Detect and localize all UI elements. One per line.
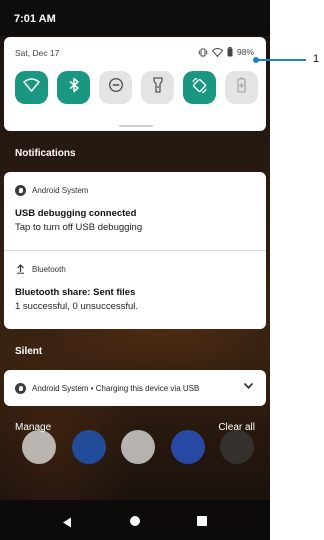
quick-settings-tiles (15, 71, 258, 104)
battery-icon (227, 47, 233, 57)
silent-notification-summary: Android System • Charging this device vi… (32, 383, 200, 393)
qs-date[interactable]: Sat, Dec 17 (15, 48, 59, 58)
battery-saver-tile[interactable] (225, 71, 258, 104)
wifi-icon (23, 78, 40, 97)
vibrate-icon (198, 48, 208, 57)
notifications-header: Notifications (15, 148, 76, 159)
android-system-icon (15, 382, 26, 394)
notification-body: Tap to turn off USB debugging (15, 222, 143, 233)
upload-arrow-icon (15, 263, 26, 276)
wifi-tile[interactable] (15, 71, 48, 104)
chevron-down-icon[interactable] (243, 382, 254, 392)
phone-screen: 7:01 AM Sat, Dec 17 98% Notifications An… (0, 0, 270, 540)
wifi-status-icon (211, 47, 223, 57)
notification-body: 1 successful, 0 unsuccessful. (15, 301, 139, 312)
silent-header: Silent (15, 346, 43, 357)
back-icon[interactable] (62, 515, 72, 533)
battery-saver-icon (237, 77, 246, 98)
qs-drag-handle[interactable] (119, 125, 153, 127)
notification-app-name: Android System (32, 185, 89, 195)
callout-number: 1 (313, 53, 320, 65)
callout-line (256, 59, 306, 61)
manage-button[interactable]: Manage (15, 422, 51, 433)
flashlight-tile[interactable] (141, 71, 174, 104)
clear-all-button[interactable]: Clear all (218, 422, 255, 433)
navigation-bar (0, 500, 270, 540)
do-not-disturb-icon (108, 77, 124, 98)
status-time: 7:01 AM (14, 13, 56, 25)
notification-actions: Manage Clear all (0, 422, 270, 436)
auto-rotate-icon (191, 77, 208, 99)
home-icon[interactable] (130, 516, 140, 526)
notification-header: Android System (15, 184, 255, 196)
notification-group: Android System USB debugging connected T… (4, 172, 266, 329)
notification-title: Bluetooth share: Sent files (15, 287, 136, 298)
notification-charging[interactable]: Android System • Charging this device vi… (4, 370, 266, 406)
recents-icon[interactable] (197, 516, 207, 526)
notification-app-name: Bluetooth (32, 264, 66, 274)
status-bar: 7:01 AM (0, 0, 270, 36)
android-system-icon (15, 184, 26, 196)
notification-bluetooth-share[interactable]: Bluetooth Bluetooth share: Sent files 1 … (4, 251, 266, 329)
battery-percent: 98% (236, 47, 254, 57)
notification-usb-debugging[interactable]: Android System USB debugging connected T… (4, 172, 266, 250)
bluetooth-icon (68, 77, 80, 98)
quick-settings-panel[interactable]: Sat, Dec 17 98% (4, 37, 266, 131)
do-not-disturb-tile[interactable] (99, 71, 132, 104)
bluetooth-tile[interactable] (57, 71, 90, 104)
auto-rotate-tile[interactable] (183, 71, 216, 104)
qs-status-icons: 98% (198, 47, 254, 57)
notification-header: Bluetooth (15, 263, 255, 275)
notification-title: USB debugging connected (15, 208, 137, 219)
flashlight-icon (152, 77, 163, 98)
